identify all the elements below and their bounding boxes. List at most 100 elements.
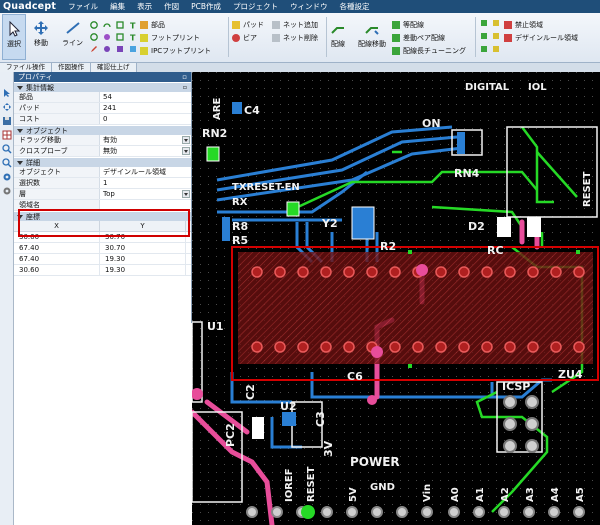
pointer-icon[interactable]: [2, 88, 12, 98]
pencil-icon[interactable]: [90, 45, 98, 53]
coord-x[interactable]: 67.40: [14, 254, 100, 264]
menu-pcb[interactable]: PCB作成: [185, 1, 227, 12]
wiring-move-button[interactable]: 配線移動: [358, 21, 386, 49]
yellow-shape-2-icon[interactable]: [492, 32, 500, 40]
save-icon[interactable]: [2, 116, 12, 126]
label-pc2: PC2: [224, 423, 237, 447]
coord-x[interactable]: 30.60: [14, 265, 100, 275]
zoom-out-icon[interactable]: [2, 158, 12, 168]
menu-project[interactable]: プロジェクト: [227, 1, 284, 12]
ribbon-pad-button[interactable]: パッド: [232, 19, 264, 30]
drag-move-select[interactable]: 有効: [100, 135, 191, 145]
ribbon-length-tuning-button[interactable]: 配線長チューニング: [392, 45, 466, 56]
yellow-shape-3-icon[interactable]: [492, 45, 500, 53]
settings-gear-icon[interactable]: [2, 172, 12, 182]
circle-fill-icon[interactable]: [103, 45, 111, 53]
select-button[interactable]: 選択: [2, 14, 26, 60]
menu-file[interactable]: ファイル: [62, 1, 104, 12]
pcb-canvas[interactable]: DIGITAL IOL ARE C4 RN2 ON RN4 RESET TXRE…: [192, 72, 600, 525]
menu-window[interactable]: ウィンドウ: [284, 1, 334, 12]
green-shape-3-icon[interactable]: [480, 45, 488, 53]
tab-file-operations[interactable]: ファイル操作: [0, 63, 52, 72]
prop-value: デザインルール領域: [103, 168, 166, 176]
tab-check-finish[interactable]: 確認仕上げ: [91, 63, 137, 72]
move-button[interactable]: 移動: [33, 20, 49, 48]
dropdown-arrow-icon[interactable]: [182, 190, 190, 198]
menu-draw[interactable]: 作図: [158, 1, 185, 12]
prop-value: 241: [103, 104, 117, 112]
app-logo: Quadcept: [3, 1, 57, 12]
menu-settings[interactable]: 各種設定: [333, 1, 375, 12]
arc-tool-2-icon[interactable]: [103, 33, 111, 41]
dropdown-arrow-icon[interactable]: [182, 147, 190, 155]
coord-y[interactable]: 19.30: [100, 254, 186, 264]
text-tool-2-icon[interactable]: T: [129, 33, 137, 42]
label-gnd: GND: [370, 482, 395, 493]
cross-probe-select[interactable]: 無効: [100, 146, 191, 156]
ribbon-toolbar: 選択 移動 ライン T T 部品 フットプリント IPCフットプリント パッド …: [0, 13, 600, 63]
ribbon-diff-pair-button[interactable]: 差動ペア配線: [392, 32, 445, 43]
section-object[interactable]: オブジェクト: [14, 125, 191, 135]
prop-row-layer[interactable]: 層 Top: [14, 189, 191, 200]
coord-y[interactable]: 19.30: [100, 265, 186, 275]
section-summary[interactable]: 集計情報 ▫: [14, 82, 191, 92]
prop-row-drag-move[interactable]: ドラッグ移動 有効: [14, 135, 191, 146]
connector-pads-bottom: [251, 341, 585, 353]
label-a5: A5: [575, 487, 586, 502]
pin-icon[interactable]: ▫: [182, 72, 187, 82]
move-arrows-icon: [34, 21, 48, 35]
gear-icon[interactable]: [2, 186, 12, 196]
tab-draw-operations[interactable]: 作図操作: [52, 63, 91, 72]
menu-view[interactable]: 表示: [131, 1, 158, 12]
layer-select[interactable]: Top: [100, 189, 191, 199]
section-detail[interactable]: 詳細: [14, 157, 191, 167]
ribbon-ipc-footprint-button[interactable]: IPCフットプリント: [140, 45, 211, 56]
coord-row[interactable]: 30.60 19.30: [14, 265, 191, 276]
ribbon-parts-button[interactable]: 部品: [140, 19, 165, 30]
circle-tool-2-icon[interactable]: [90, 33, 98, 41]
yellow-shape-icon[interactable]: [492, 19, 500, 27]
green-shape-2-icon[interactable]: [480, 32, 488, 40]
ribbon-net-delete-button[interactable]: ネット削除: [272, 32, 318, 43]
label-a1: A1: [475, 487, 486, 502]
zoom-in-icon[interactable]: [2, 144, 12, 154]
coord-y[interactable]: 30.70: [100, 243, 186, 253]
coord-row[interactable]: 67.40 19.30: [14, 254, 191, 265]
circle-tool-icon[interactable]: [90, 21, 98, 29]
ribbon-keepout-button[interactable]: 禁止領域: [504, 19, 543, 30]
layer-highlight-box: [18, 209, 190, 237]
ribbon-drc-area-button[interactable]: デザインルール領域: [504, 32, 578, 43]
menu-edit[interactable]: 編集: [104, 1, 131, 12]
prop-value: 1: [103, 179, 108, 187]
prop-row-pads: パッド 241: [14, 103, 191, 114]
arc-tool-icon[interactable]: [103, 21, 111, 29]
pcb-drawing[interactable]: DIGITAL IOL ARE C4 RN2 ON RN4 RESET TXRE…: [192, 72, 600, 525]
label-rc: RC: [487, 244, 504, 257]
rect-tool-2-icon[interactable]: [116, 33, 124, 41]
line-button[interactable]: ライン: [62, 20, 83, 48]
wiring-button[interactable]: 配線: [330, 21, 346, 49]
prop-row-cost: コスト 0: [14, 114, 191, 125]
ribbon-net-add-button[interactable]: ネット追加: [272, 19, 318, 30]
rect-tool-icon[interactable]: [116, 21, 124, 29]
move-icon[interactable]: [2, 102, 12, 112]
prop-value: 54: [103, 93, 112, 101]
section-detail-label: 詳細: [26, 159, 40, 167]
prop-row-cross-probe[interactable]: クロスプローブ 無効: [14, 146, 191, 157]
line-label: ライン: [62, 39, 83, 47]
image-tool-icon[interactable]: [129, 45, 137, 53]
prop-value: 無効: [103, 147, 117, 155]
label-3v: 3V: [322, 440, 335, 457]
ribbon-via-button[interactable]: ビア: [232, 32, 257, 43]
prop-key: コスト: [14, 114, 100, 124]
dropdown-arrow-icon[interactable]: [182, 136, 190, 144]
section-summary-label: 集計情報: [26, 84, 54, 92]
rect-fill-icon[interactable]: [116, 45, 124, 53]
ribbon-footprint-button[interactable]: フットプリント: [140, 32, 200, 43]
coord-x[interactable]: 67.40: [14, 243, 100, 253]
coord-row[interactable]: 67.40 30.70: [14, 243, 191, 254]
green-shape-icon[interactable]: [480, 19, 488, 27]
text-tool-icon[interactable]: T: [129, 21, 137, 30]
grid-icon[interactable]: [2, 130, 12, 140]
ribbon-equal-length-button[interactable]: 等配線: [392, 19, 424, 30]
